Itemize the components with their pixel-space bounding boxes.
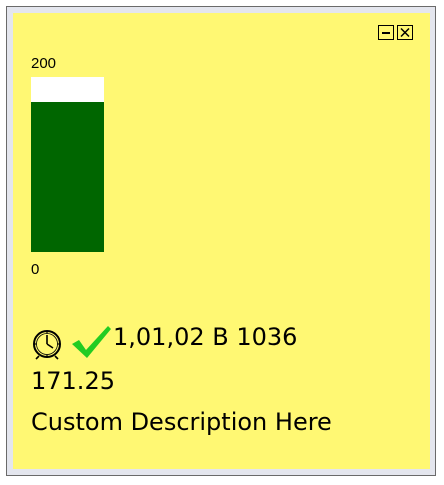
status-code-text: 1,01,02 B 1036 bbox=[113, 323, 298, 351]
minimize-icon bbox=[382, 32, 390, 34]
value-readout: 171.25 bbox=[31, 367, 115, 395]
close-icon bbox=[400, 27, 410, 38]
gauge-fill bbox=[31, 102, 104, 252]
widget-panel: 200 0 1,01,02 B 1036 171.25 Custom Descr… bbox=[13, 13, 430, 469]
clock-icon bbox=[33, 330, 61, 360]
status-row: 1,01,02 B 1036 bbox=[31, 323, 421, 363]
minimize-button[interactable] bbox=[378, 25, 394, 40]
level-gauge bbox=[31, 77, 104, 252]
close-button[interactable] bbox=[397, 25, 413, 40]
gauge-min-label: 0 bbox=[31, 261, 40, 278]
gauge-max-label: 200 bbox=[31, 55, 57, 72]
check-icon bbox=[72, 326, 111, 358]
description-text: Custom Description Here bbox=[31, 408, 332, 436]
